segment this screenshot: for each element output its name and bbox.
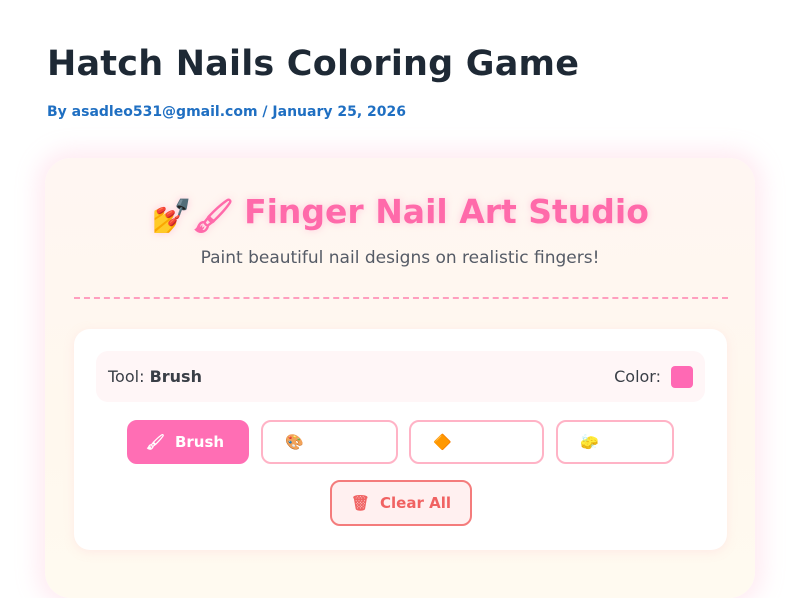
- tool-brush-label: Brush: [174, 433, 225, 451]
- current-color-swatch[interactable]: [671, 366, 693, 388]
- sponge-icon: 🧽: [580, 432, 599, 451]
- trash-icon: 🗑: [350, 494, 371, 512]
- clear-all-button[interactable]: 🗑 Clear All: [330, 480, 472, 526]
- tool-palette-button[interactable]: 🎨: [261, 420, 398, 464]
- page-title: Hatch Nails Coloring Game: [47, 44, 580, 84]
- tool-shape-button[interactable]: 🔶: [409, 420, 544, 464]
- studio-subtitle: Paint beautiful nail designs on realisti…: [200, 248, 600, 268]
- palette-icon: 🎨: [285, 432, 304, 451]
- post-meta: By asadleo531@gmail.com / January 25, 20…: [47, 104, 406, 120]
- tool-status-bar: Tool: Brush Color:: [96, 351, 705, 402]
- nail-polish-icon: 💅🖌: [151, 196, 235, 235]
- studio-title: 💅🖌 Finger Nail Art Studio: [45, 192, 755, 236]
- dashed-divider: [74, 297, 728, 299]
- diamond-icon: 🔶: [433, 432, 452, 451]
- tool-value: Brush: [149, 367, 202, 386]
- author-link[interactable]: asadleo531@gmail.com: [72, 104, 258, 120]
- meta-separator: /: [262, 104, 268, 120]
- tool-brush-button[interactable]: 🖌 Brush: [127, 420, 249, 464]
- studio-title-text: Finger Nail Art Studio: [244, 192, 649, 231]
- date-link[interactable]: January 25, 2026: [272, 104, 406, 120]
- current-tool: Tool: Brush: [108, 367, 202, 386]
- nail-art-studio: 💅🖌 Finger Nail Art Studio Paint beautiful…: [45, 158, 755, 598]
- tool-label: Tool:: [108, 367, 145, 386]
- tool-sponge-button[interactable]: 🧽: [556, 420, 674, 464]
- brush-icon: 🖌: [145, 432, 165, 451]
- clear-all-label: Clear All: [380, 494, 451, 512]
- by-label: By: [47, 104, 67, 120]
- controls-panel: Tool: Brush Color: 🖌 Brush 🎨 🔶 🧽 🗑 Clear…: [74, 329, 727, 550]
- color-label: Color:: [614, 367, 661, 386]
